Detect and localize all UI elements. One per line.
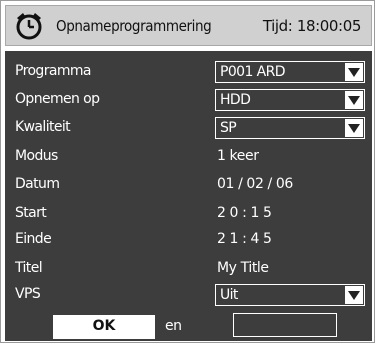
- modus-label: Modus: [15, 148, 58, 164]
- row-titel[interactable]: Titel My Title: [5, 258, 372, 280]
- datum-label: Datum: [15, 176, 60, 192]
- einde-value[interactable]: 2 1 : 4 5: [217, 231, 272, 247]
- row-opnemen-op: Opnemen op HDD: [5, 89, 372, 111]
- dropdown-arrow-icon[interactable]: [345, 286, 363, 304]
- kwaliteit-dropdown[interactable]: SP: [215, 117, 365, 139]
- secondary-button-label[interactable]: en: [165, 318, 182, 334]
- vps-dropdown[interactable]: Uit: [215, 284, 365, 306]
- datum-value[interactable]: 01 / 02 / 06: [217, 176, 293, 192]
- row-datum[interactable]: Datum 01 / 02 / 06: [5, 174, 372, 196]
- modus-value[interactable]: 1 keer: [217, 148, 259, 164]
- programma-label: Programma: [15, 63, 91, 79]
- dropdown-arrow-icon[interactable]: [345, 63, 363, 81]
- vps-label: VPS: [15, 286, 41, 302]
- row-vps: VPS Uit: [5, 284, 372, 306]
- programma-value: P001 ARD: [220, 64, 286, 80]
- dialog-title: Opnameprogrammering: [56, 17, 212, 35]
- dropdown-arrow-icon[interactable]: [345, 91, 363, 109]
- row-modus[interactable]: Modus 1 keer: [5, 146, 372, 168]
- recording-dialog: Opnameprogrammering Tijd: 18:00:05 Progr…: [0, 0, 375, 343]
- row-einde[interactable]: Einde 2 1 : 4 5: [5, 229, 372, 251]
- start-label: Start: [15, 205, 47, 221]
- dialog-titlebar: Opnameprogrammering Tijd: 18:00:05: [5, 5, 372, 46]
- einde-label: Einde: [15, 231, 52, 247]
- row-kwaliteit: Kwaliteit SP: [5, 117, 372, 139]
- row-programma: Programma P001 ARD: [5, 61, 372, 83]
- ok-button[interactable]: OK: [53, 315, 155, 339]
- ok-button-label: OK: [92, 318, 116, 334]
- opnemen-op-dropdown[interactable]: HDD: [215, 89, 365, 111]
- programma-dropdown[interactable]: P001 ARD: [215, 61, 365, 83]
- settings-panel: Programma P001 ARD Opnemen op HDD Kwalit…: [5, 51, 372, 341]
- current-time: Tijd: 18:00:05: [262, 17, 362, 35]
- dropdown-arrow-icon[interactable]: [345, 119, 363, 137]
- opnemen-op-value: HDD: [220, 92, 251, 108]
- opnemen-op-label: Opnemen op: [15, 91, 100, 107]
- kwaliteit-label: Kwaliteit: [15, 119, 71, 135]
- kwaliteit-value: SP: [220, 120, 237, 136]
- start-value[interactable]: 2 0 : 1 5: [217, 205, 272, 221]
- timer-clock-icon: [14, 12, 44, 40]
- titel-value[interactable]: My Title: [217, 260, 269, 276]
- vps-value: Uit: [220, 287, 238, 303]
- empty-button[interactable]: [233, 313, 337, 337]
- titel-label: Titel: [15, 260, 43, 276]
- row-start[interactable]: Start 2 0 : 1 5: [5, 203, 372, 225]
